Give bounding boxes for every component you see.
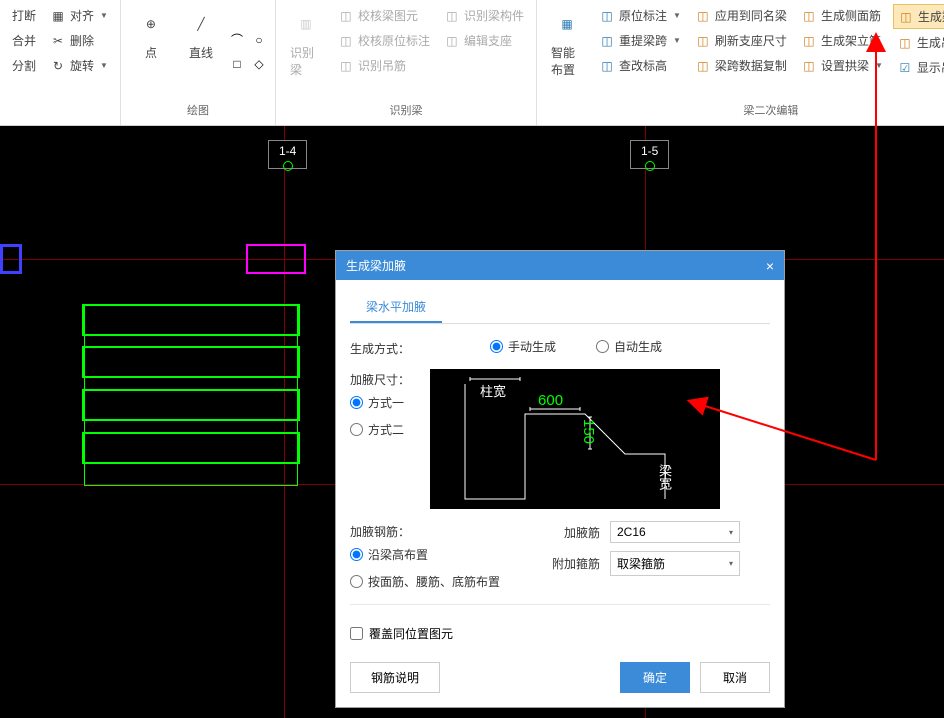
c4-icon: ◫ <box>695 8 711 24</box>
c9-icon: ◫ <box>801 58 817 74</box>
dialog-titlebar[interactable]: 生成梁加腋 × <box>336 251 784 280</box>
pos-label-button[interactable]: ◫原位标注▼ <box>595 4 685 27</box>
chevron-down-icon: ▾ <box>729 559 733 568</box>
c12-icon: ☑ <box>897 60 913 76</box>
align-button[interactable]: ▦对齐▼ <box>46 4 112 27</box>
c6-icon: ◫ <box>695 58 711 74</box>
draw-tool1-icon[interactable]: ⌒ <box>229 32 245 48</box>
recognize-member-button[interactable]: ◫识别梁构件 <box>440 4 528 27</box>
rotate-icon: ↻ <box>50 58 66 74</box>
draw-group-label: 绘图 <box>129 99 267 121</box>
tabs: 梁水平加腋 <box>350 292 770 324</box>
split-button[interactable]: 分割 <box>8 54 40 77</box>
delete-icon: ✂ <box>50 33 66 49</box>
rect-green-outer <box>84 304 298 486</box>
copy-span-button[interactable]: ◫梁跨数据复制 <box>691 54 791 77</box>
cancel-button[interactable]: 取消 <box>700 662 770 693</box>
ribbon-group-recognize: ▥ 识别梁 ◫校核梁图元 ◫校核原位标注 ◫识别吊筋 ◫识别梁构件 ◫编辑支座 … <box>276 0 537 125</box>
c7-icon: ◫ <box>801 8 817 24</box>
haunch-rebar-select[interactable]: 2C16▾ <box>610 521 740 543</box>
gen-haunch-button[interactable]: ◫生成梁加腋▼ <box>893 4 944 29</box>
c10-icon: ◫ <box>898 9 914 25</box>
smart-icon: ▦ <box>551 8 583 40</box>
close-icon[interactable]: × <box>766 258 774 274</box>
radio-layout2[interactable]: 按面筋、腰筋、底筋布置 <box>350 573 500 590</box>
rect-blue-1 <box>0 244 22 274</box>
ok-button[interactable]: 确定 <box>620 662 690 693</box>
ribbon-group-beam-edit: ▦ 智能布置 ◫原位标注▼ ◫重提梁跨▼ ◫查改标高 ◫应用到同名梁 ◫刷新支座… <box>537 0 944 125</box>
haunch-dialog: 生成梁加腋 × 梁水平加腋 生成方式： 手动生成 自动生成 加腋尺寸： 方式一 … <box>335 250 785 708</box>
tab-horizontal-haunch[interactable]: 梁水平加腋 <box>350 292 442 323</box>
recalc-span-button[interactable]: ◫重提梁跨▼ <box>595 29 685 52</box>
edit-support-button[interactable]: ◫编辑支座 <box>440 29 528 52</box>
draw-tool2-icon[interactable]: □ <box>229 56 245 72</box>
rebar-label: 加腋钢筋： <box>350 521 500 540</box>
draw-tool3-icon[interactable]: ○ <box>251 32 267 48</box>
check-beam-button[interactable]: ◫校核梁图元 <box>334 4 434 27</box>
radio-method1[interactable]: 方式一 <box>350 394 410 411</box>
smart-layout-button[interactable]: ▦ 智能布置 <box>545 4 589 99</box>
haunch-diagram: 柱宽 600 150 梁宽 <box>430 369 720 509</box>
dialog-title-text: 生成梁加腋 <box>346 257 406 274</box>
c5-icon: ◫ <box>695 33 711 49</box>
hanger-icon: ◫ <box>338 58 354 74</box>
rect-magenta-1 <box>246 244 306 274</box>
field2-label: 附加箍筋 <box>550 555 600 572</box>
gen-method-label: 生成方式： <box>350 338 410 357</box>
refresh-support-button[interactable]: ◫刷新支座尺寸 <box>691 29 791 52</box>
point-icon: ⊕ <box>135 8 167 40</box>
c1-icon: ◫ <box>599 8 615 24</box>
recognize-beam-button[interactable]: ▥ 识别梁 <box>284 4 328 99</box>
diagram-beam-label: 梁宽 <box>655 464 674 490</box>
c2-icon: ◫ <box>599 33 615 49</box>
radio-manual[interactable]: 手动生成 <box>490 338 556 355</box>
delete-button[interactable]: ✂删除 <box>46 29 112 52</box>
rotate-button[interactable]: ↻旋转▼ <box>46 54 112 77</box>
ribbon-group-draw: ⊕ 点 ╱ 直线 ⌒ □ ○ ◇ 绘图 <box>121 0 276 125</box>
align-icon: ▦ <box>50 8 66 24</box>
ribbon: 打断 合并 分割 ▦对齐▼ ✂删除 ↻旋转▼ ⊕ 点 ╱ 直线 ⌒ <box>0 0 944 126</box>
c11-icon: ◫ <box>897 35 913 51</box>
ribbon-group-edit: 打断 合并 分割 ▦对齐▼ ✂删除 ↻旋转▼ <box>0 0 121 125</box>
check-elev-button[interactable]: ◫查改标高 <box>595 54 685 77</box>
beam-edit-group-label: 梁二次编辑 <box>545 99 944 121</box>
break-button[interactable]: 打断 <box>8 4 40 27</box>
radio-method2[interactable]: 方式二 <box>350 421 410 438</box>
gen-hanger-button[interactable]: ◫生成吊筋 <box>893 31 944 54</box>
c3-icon: ◫ <box>599 58 615 74</box>
line-button[interactable]: ╱ 直线 <box>179 4 223 99</box>
axis-label-1: 1-4 <box>268 140 307 169</box>
draw-tool4-icon[interactable]: ◇ <box>251 56 267 72</box>
support-icon: ◫ <box>444 33 460 49</box>
gen-side-button[interactable]: ◫生成侧面筋 <box>797 4 887 27</box>
recognize-icon: ▥ <box>290 8 322 40</box>
recognize-group-label: 识别梁 <box>284 99 528 121</box>
set-arch-button[interactable]: ◫设置拱梁▼ <box>797 54 887 77</box>
chevron-down-icon: ▾ <box>729 528 733 537</box>
size-label: 加腋尺寸： <box>350 369 410 388</box>
line-icon: ╱ <box>185 8 217 40</box>
check-icon: ◫ <box>338 8 354 24</box>
field1-label: 加腋筋 <box>550 524 600 541</box>
member-icon: ◫ <box>444 8 460 24</box>
diagram-v2: 150 <box>580 419 597 444</box>
gen-frame-button[interactable]: ◫生成架立筋 <box>797 29 887 52</box>
recognize-hanger-button[interactable]: ◫识别吊筋 <box>334 54 434 77</box>
overwrite-label[interactable]: 覆盖同位置图元 <box>369 625 453 642</box>
show-hanger-button[interactable]: ☑显示吊筋 <box>893 56 944 79</box>
c8-icon: ◫ <box>801 33 817 49</box>
check-pos-button[interactable]: ◫校核原位标注 <box>334 29 434 52</box>
diagram-pillar-label: 柱宽 <box>480 381 506 400</box>
radio-layout1[interactable]: 沿梁高布置 <box>350 546 500 563</box>
rebar-info-button[interactable]: 钢筋说明 <box>350 662 440 693</box>
point-button[interactable]: ⊕ 点 <box>129 4 173 99</box>
stirrup-select[interactable]: 取梁箍筋▾ <box>610 551 740 576</box>
diagram-v1: 600 <box>538 392 563 409</box>
overwrite-checkbox[interactable] <box>350 627 363 640</box>
merge-button[interactable]: 合并 <box>8 29 40 52</box>
pos-icon: ◫ <box>338 33 354 49</box>
radio-auto[interactable]: 自动生成 <box>596 338 662 355</box>
axis-label-2: 1-5 <box>630 140 669 169</box>
apply-same-button[interactable]: ◫应用到同名梁 <box>691 4 791 27</box>
